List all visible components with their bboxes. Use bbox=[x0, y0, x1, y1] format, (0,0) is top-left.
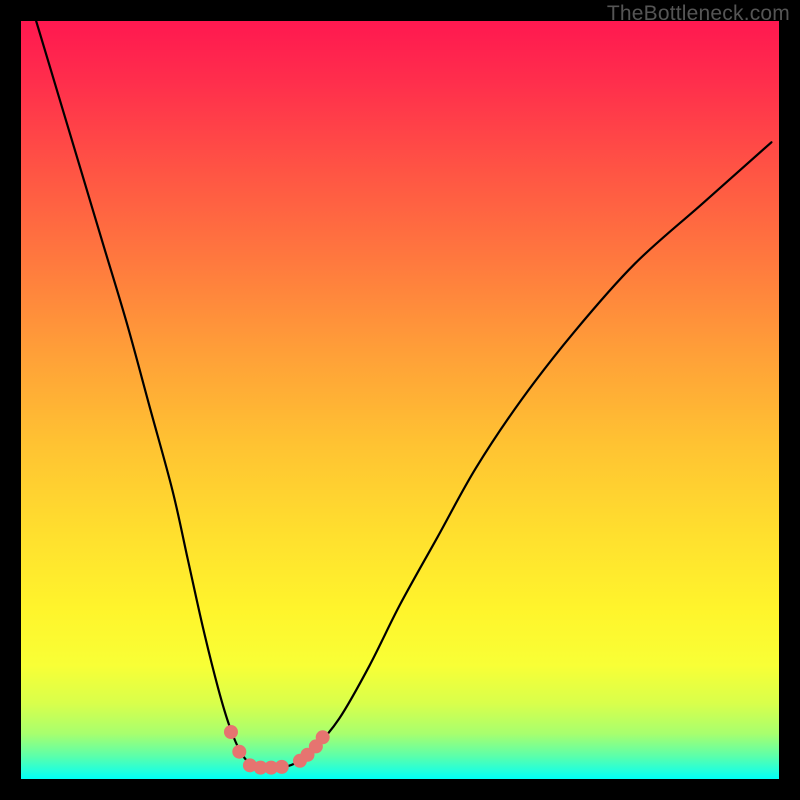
chart-overlay bbox=[21, 21, 779, 779]
data-marker bbox=[224, 725, 238, 739]
data-marker bbox=[232, 745, 246, 759]
plot-area bbox=[21, 21, 779, 779]
marker-group bbox=[224, 725, 330, 775]
data-marker bbox=[275, 760, 289, 774]
chart-canvas: TheBottleneck.com bbox=[0, 0, 800, 800]
data-marker bbox=[316, 730, 330, 744]
bottleneck-curve bbox=[36, 21, 771, 768]
attribution-label: TheBottleneck.com bbox=[607, 2, 790, 26]
